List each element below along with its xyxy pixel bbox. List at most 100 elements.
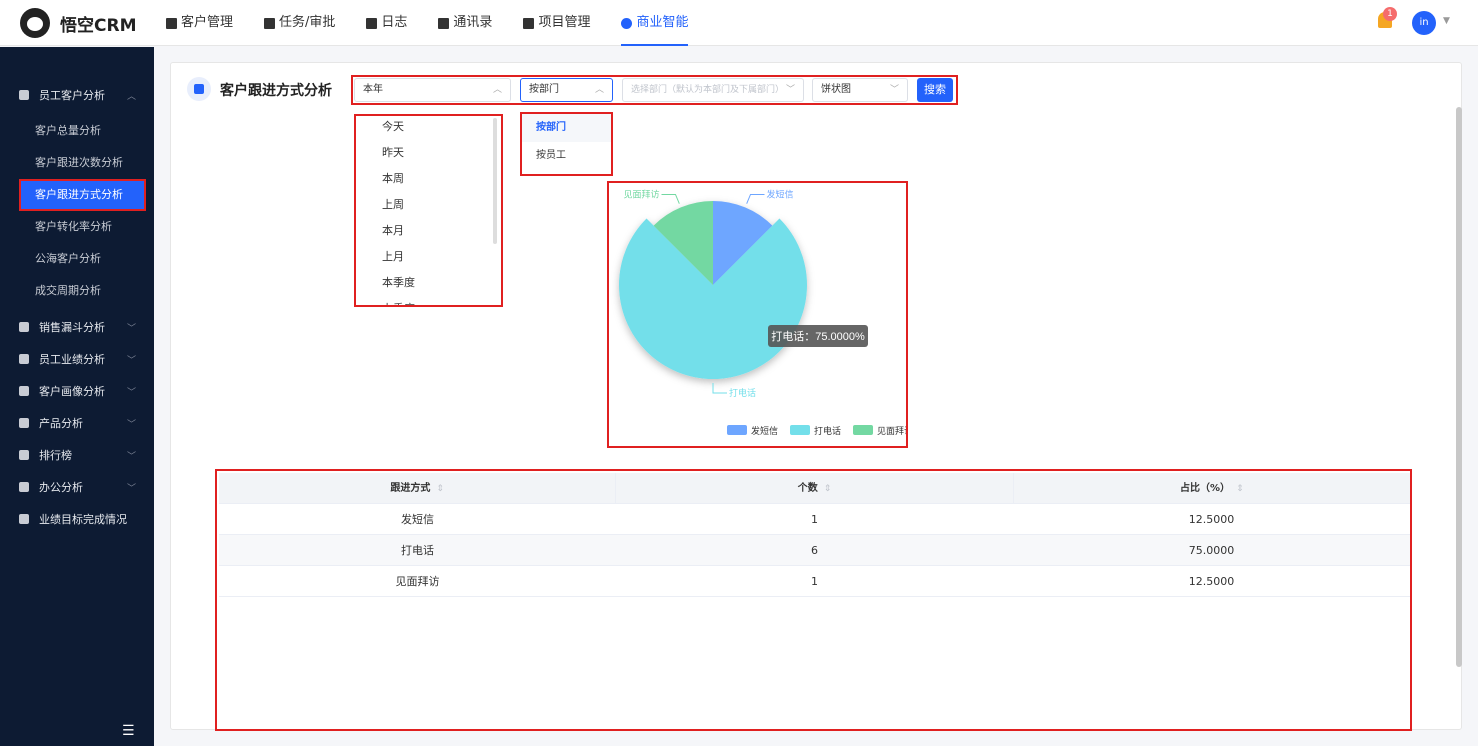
- period-option[interactable]: 本月: [356, 218, 501, 244]
- table-row: 发短信 1 12.5000: [219, 504, 1410, 535]
- sidebar-group-label: 办公分析: [39, 481, 83, 494]
- chevron-down-icon: ﹀: [126, 420, 136, 430]
- chevron-down-icon: ﹀: [126, 324, 136, 334]
- nav-label: 客户管理: [181, 15, 234, 30]
- sidebar-item-customer-total[interactable]: 客户总量分析: [19, 115, 146, 147]
- chevron-down-icon: ﹀: [889, 85, 899, 95]
- log-icon: [366, 17, 378, 29]
- chevron-up-icon: ︿: [492, 85, 502, 95]
- box-icon: [19, 418, 29, 428]
- nav-contacts[interactable]: 通讯录: [438, 0, 492, 46]
- table-row: 见面拜访 1 12.5000: [219, 566, 1410, 597]
- app-logo[interactable]: 悟空CRM: [20, 8, 136, 38]
- sidebar-item-followup-count[interactable]: 客户跟进次数分析: [19, 147, 146, 179]
- sidebar-group-employee-customer[interactable]: 员工客户分析 ︿: [0, 79, 154, 111]
- sidebar-group-customer-portrait[interactable]: 客户画像分析 ﹀: [0, 375, 154, 407]
- menu-collapse-icon[interactable]: ☰: [122, 723, 135, 739]
- sidebar-item-public-pool[interactable]: 公海客户分析: [19, 243, 146, 275]
- nav-projects[interactable]: 项目管理: [523, 0, 590, 46]
- pie-chart-container: 发短信打电话见面拜访 发短信打电话见面拜访 打电话：75.0000%: [607, 181, 908, 448]
- sidebar-group-label: 员工客户分析: [39, 89, 105, 102]
- users-icon: [19, 386, 29, 396]
- list-icon: [523, 17, 535, 29]
- slice-label: 发短信: [767, 188, 794, 199]
- chart-type-select[interactable]: 饼状图 ﹀: [812, 78, 908, 102]
- page-title: 客户跟进方式分析: [220, 83, 332, 99]
- avatar[interactable]: in: [1412, 11, 1436, 35]
- scope-select-value: 按部门: [529, 84, 559, 95]
- period-option[interactable]: 昨天: [356, 140, 501, 166]
- period-option[interactable]: 本周: [356, 166, 501, 192]
- sidebar-group-office[interactable]: 办公分析 ﹀: [0, 471, 154, 503]
- chevron-down-icon: ﹀: [126, 452, 136, 462]
- sidebar-group-target-completion[interactable]: 业绩目标完成情况: [0, 503, 154, 535]
- nav-log[interactable]: 日志: [366, 0, 407, 46]
- nav-customer-management[interactable]: 客户管理: [166, 0, 233, 46]
- nav-label: 商业智能: [636, 15, 689, 30]
- top-navbar: 悟空CRM 客户管理 任务/审批 日志 通讯录 项目管理 商业智能 1 in ▼: [0, 0, 1478, 46]
- column-header-count[interactable]: 个数 ⇕: [616, 473, 1014, 503]
- legend-swatch[interactable]: [853, 425, 873, 435]
- tooltip-text: 打电话：75.0000%: [771, 329, 865, 343]
- period-select-value: 本年: [363, 84, 383, 95]
- period-option[interactable]: 上月: [356, 244, 501, 270]
- table-header: 跟进方式 ⇕ 个数 ⇕ 占比（%） ⇕: [219, 473, 1410, 504]
- sort-icon[interactable]: ⇕: [436, 484, 444, 494]
- chevron-down-icon[interactable]: ▼: [1443, 16, 1450, 26]
- column-label: 个数: [797, 483, 818, 494]
- period-option[interactable]: 今天: [356, 116, 501, 140]
- user-icon: [19, 90, 29, 100]
- sidebar-item-conversion-rate[interactable]: 客户转化率分析: [19, 211, 146, 243]
- trophy-icon: [19, 450, 29, 460]
- briefcase-icon: [19, 482, 29, 492]
- brand-name: 悟空CRM: [60, 15, 137, 36]
- scope-select[interactable]: 按部门 ︿: [520, 78, 613, 102]
- cell-method: 发短信: [401, 513, 434, 526]
- analysis-icon: [187, 77, 211, 101]
- scope-option-employee[interactable]: 按员工: [522, 142, 611, 170]
- nav-tasks-approval[interactable]: 任务/审批: [264, 0, 335, 46]
- nav-business-intelligence[interactable]: 商业智能: [621, 0, 689, 46]
- legend-swatch[interactable]: [790, 425, 810, 435]
- bar-chart-icon: [19, 354, 29, 364]
- slice-label: 打电话: [729, 387, 756, 398]
- department-select[interactable]: 选择部门（默认为本部门及下属部门） ﹀: [622, 78, 804, 102]
- scope-option-department[interactable]: 按部门: [522, 114, 611, 142]
- cell-count: 6: [811, 544, 818, 557]
- cell-count: 1: [811, 513, 818, 526]
- dropdown-scrollbar[interactable]: [493, 118, 497, 244]
- main-nav: 客户管理 任务/审批 日志 通讯录 项目管理 商业智能: [166, 0, 719, 46]
- contacts-icon: [438, 17, 450, 29]
- sort-icon[interactable]: ⇕: [1236, 484, 1244, 494]
- sidebar-group-employee-performance[interactable]: 员工业绩分析 ﹀: [0, 343, 154, 375]
- period-select[interactable]: 本年 ︿: [354, 78, 511, 102]
- search-button[interactable]: 搜索: [917, 78, 953, 102]
- legend-label[interactable]: 见面拜访: [877, 426, 906, 436]
- column-header-ratio[interactable]: 占比（%） ⇕: [1014, 473, 1410, 503]
- legend-label[interactable]: 打电话: [814, 425, 841, 436]
- briefcase-icon: [264, 17, 276, 29]
- legend-label[interactable]: 发短信: [751, 425, 778, 436]
- monkey-logo-icon: [20, 8, 50, 38]
- sidebar-group-label: 客户画像分析: [39, 385, 105, 398]
- period-option[interactable]: 上周: [356, 192, 501, 218]
- legend-swatch[interactable]: [727, 425, 747, 435]
- cell-ratio: 75.0000: [1188, 544, 1235, 557]
- sidebar-item-followup-method[interactable]: 客户跟进方式分析: [19, 179, 146, 211]
- target-icon: [19, 514, 29, 524]
- nav-label: 通讯录: [453, 15, 493, 30]
- scrollbar[interactable]: [1456, 107, 1462, 667]
- period-option[interactable]: 本季度: [356, 270, 501, 296]
- sidebar-item-deal-cycle[interactable]: 成交周期分析: [19, 275, 146, 307]
- sort-icon[interactable]: ⇕: [824, 484, 832, 494]
- sidebar: 员工客户分析 ︿ 客户总量分析 客户跟进次数分析 客户跟进方式分析 客户转化率分析…: [0, 47, 154, 746]
- sidebar-group-product[interactable]: 产品分析 ﹀: [0, 407, 154, 439]
- sidebar-group-ranking[interactable]: 排行榜 ﹀: [0, 439, 154, 471]
- nav-label: 任务/审批: [279, 15, 336, 30]
- slice-label: 见面拜访: [623, 189, 659, 199]
- cell-ratio: 12.5000: [1188, 513, 1235, 526]
- column-header-method[interactable]: 跟进方式 ⇕: [219, 473, 617, 503]
- label-leader-line: [712, 383, 727, 394]
- period-option[interactable]: 上季度: [356, 296, 501, 305]
- sidebar-group-sales-funnel[interactable]: 销售漏斗分析 ﹀: [0, 311, 154, 343]
